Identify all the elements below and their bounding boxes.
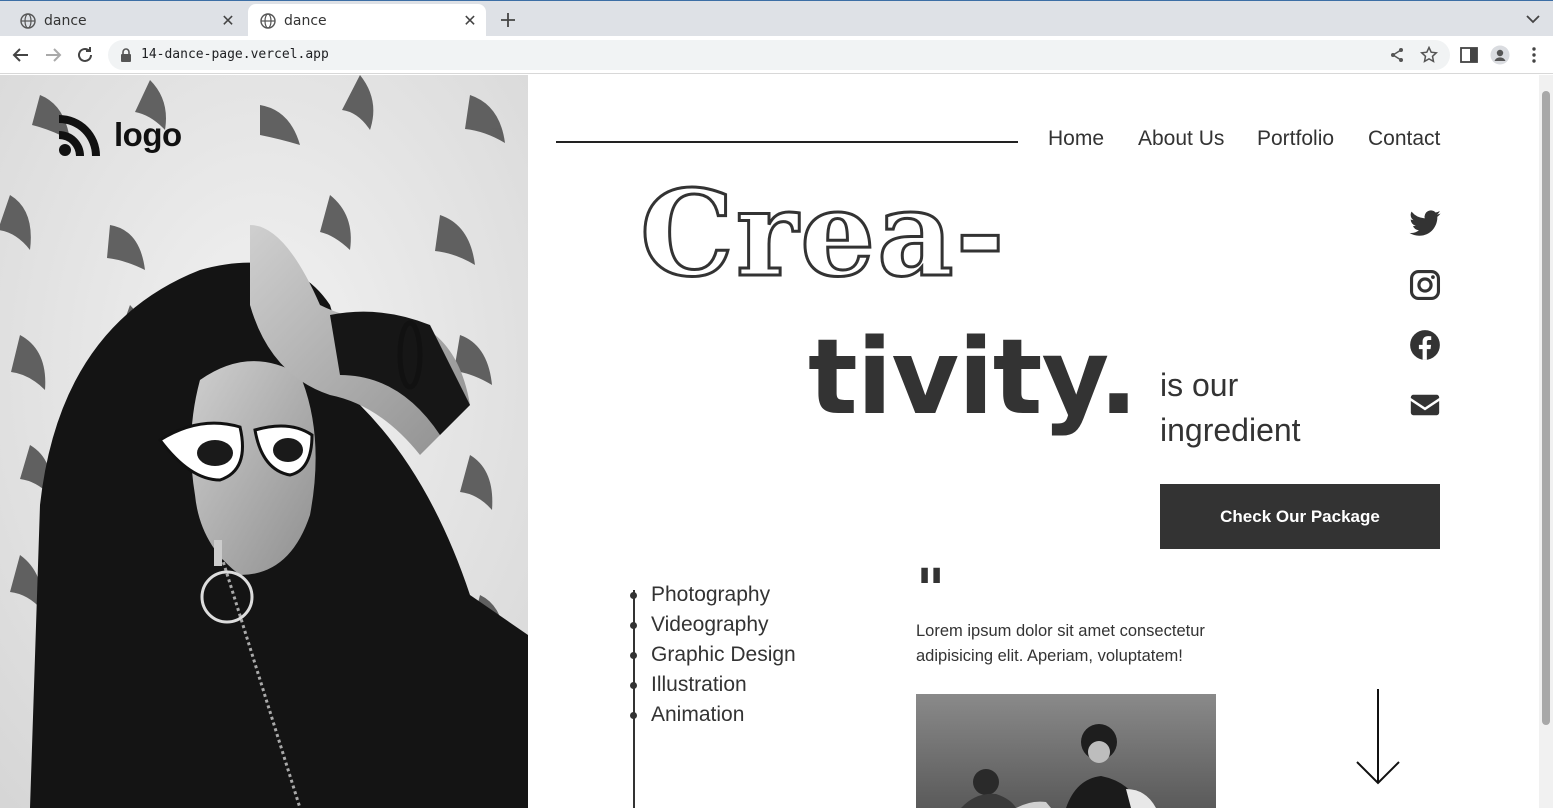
email-icon[interactable] bbox=[1408, 388, 1442, 422]
side-panel-icon[interactable] bbox=[1459, 45, 1479, 65]
more-options-icon[interactable] bbox=[1524, 45, 1544, 65]
close-tab-icon[interactable]: ✕ bbox=[462, 11, 478, 30]
nav-divider-line bbox=[556, 141, 1018, 143]
scroll-down-arrow-icon[interactable] bbox=[1354, 687, 1402, 787]
globe-icon bbox=[20, 12, 36, 29]
lock-icon[interactable] bbox=[120, 48, 132, 62]
logo-text: logo bbox=[114, 116, 182, 153]
browser-tab[interactable]: dance ✕ bbox=[8, 4, 244, 37]
quote-text: Lorem ipsum dolor sit amet consectetur a… bbox=[916, 622, 1205, 665]
logo-rss-icon bbox=[59, 115, 100, 156]
browser-toolbar: 14-dance-page.vercel.app bbox=[0, 36, 1553, 74]
nav-home[interactable]: Home bbox=[1048, 127, 1104, 151]
reload-button[interactable] bbox=[73, 43, 97, 67]
dance-photo-illustration bbox=[916, 694, 1216, 808]
url-text[interactable]: 14-dance-page.vercel.app bbox=[141, 47, 329, 62]
instagram-icon[interactable] bbox=[1408, 268, 1442, 302]
headline-tivity: tivity. bbox=[808, 316, 1138, 438]
service-item: Videography bbox=[627, 610, 796, 640]
check-package-button[interactable]: Check Our Package bbox=[1160, 484, 1440, 549]
services-list: Photography Videography Graphic Design I… bbox=[627, 580, 796, 730]
plus-icon bbox=[501, 13, 515, 27]
service-item: Illustration bbox=[627, 670, 796, 700]
headline-crea: Crea- bbox=[639, 164, 1007, 303]
chevron-down-icon[interactable] bbox=[1523, 10, 1543, 28]
tagline-line-2: ingredient bbox=[1160, 412, 1301, 448]
tagline-line-1: is our bbox=[1160, 367, 1239, 403]
hero-photo: logo bbox=[0, 75, 528, 808]
browser-tab-active[interactable]: dance ✕ bbox=[248, 4, 486, 37]
facebook-icon[interactable] bbox=[1408, 328, 1442, 362]
address-bar[interactable]: 14-dance-page.vercel.app bbox=[108, 40, 1450, 70]
tab-title: dance bbox=[284, 12, 327, 29]
service-item: Animation bbox=[627, 700, 796, 730]
arrow-left-icon bbox=[12, 48, 28, 62]
tagline: is our ingredient bbox=[1160, 363, 1380, 453]
profile-icon[interactable] bbox=[1490, 45, 1510, 65]
site-logo[interactable]: logo bbox=[58, 113, 182, 157]
scrollbar-thumb[interactable] bbox=[1542, 91, 1550, 725]
nav-portfolio[interactable]: Portfolio bbox=[1257, 127, 1334, 151]
share-icon[interactable] bbox=[1388, 46, 1406, 64]
reload-icon bbox=[78, 47, 92, 62]
dance-photo bbox=[916, 694, 1216, 808]
forward-button[interactable] bbox=[41, 43, 65, 67]
star-icon[interactable] bbox=[1420, 46, 1438, 64]
page-viewport: logo Home About Us Portfolio Contact Cre… bbox=[0, 75, 1553, 808]
arrow-right-icon bbox=[46, 48, 62, 62]
service-item: Photography bbox=[627, 580, 796, 610]
new-tab-button[interactable] bbox=[496, 8, 520, 32]
close-tab-icon[interactable]: ✕ bbox=[220, 11, 236, 30]
twitter-icon[interactable] bbox=[1408, 207, 1442, 241]
page-scrollbar[interactable] bbox=[1539, 75, 1553, 808]
back-button[interactable] bbox=[9, 43, 33, 67]
globe-icon bbox=[260, 12, 276, 29]
hero-photo-illustration bbox=[0, 75, 528, 808]
nav-contact[interactable]: Contact bbox=[1368, 127, 1440, 151]
nav-about-us[interactable]: About Us bbox=[1138, 127, 1224, 151]
service-item: Graphic Design bbox=[627, 640, 796, 670]
tab-strip: dance ✕ dance ✕ bbox=[0, 0, 1553, 37]
tab-title: dance bbox=[44, 12, 87, 29]
quote-mark: " bbox=[916, 558, 946, 623]
